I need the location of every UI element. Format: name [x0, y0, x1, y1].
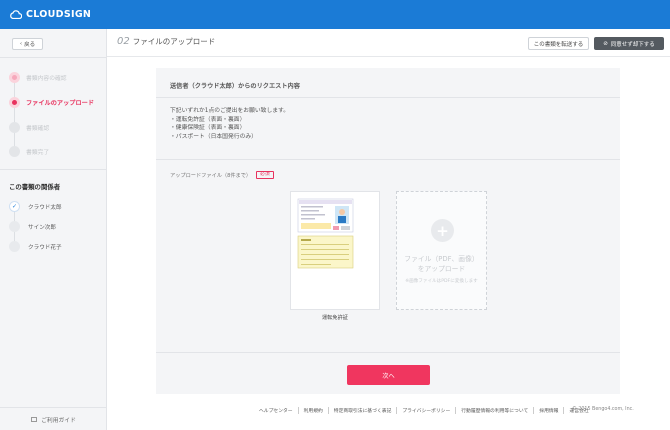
drop-note: ※画像ファイルはPDFに変換します: [405, 279, 478, 284]
drivers-license-image: [297, 198, 354, 269]
footer-links: ヘルプセンター 利用規約 特定商取引法に基づく表記 プライバシーポリシー 行動履…: [254, 407, 594, 414]
divider: [0, 57, 107, 58]
transfer-label: この書類を転送する: [533, 41, 584, 48]
relation-dot: [9, 221, 20, 232]
step-label: ファイルのアップロード: [26, 100, 95, 107]
chevron-left-icon: ‹: [19, 41, 23, 47]
divider: [156, 159, 620, 160]
step-label: 書類完了: [26, 150, 50, 156]
step-label: 書類確認: [26, 126, 50, 132]
upload-label: アップロードファイル（8件まで） 必須: [170, 171, 274, 179]
copyright: © 2015 Bengo4.com, Inc.: [572, 407, 634, 412]
back-label: 戻る: [24, 42, 36, 48]
footer-link[interactable]: 利用規約: [297, 407, 328, 414]
step-confirm-contents: 書類内容の確認: [9, 72, 67, 83]
step-document-complete: 書類完了: [9, 146, 49, 157]
request-item: ・運転免許証（表面・裏面）: [170, 116, 246, 123]
relation-item: ✓ クラウド太郎: [9, 201, 62, 212]
request-intro: 下記いずれか1点のご提出をお願い致します。: [170, 108, 290, 114]
footer-link[interactable]: 特定商取引法に基づく表記: [327, 407, 397, 414]
relation-dot: [9, 241, 20, 252]
steps-connector: [14, 78, 15, 152]
relation-name: サイン次郎: [28, 224, 56, 231]
next-label: 次へ: [382, 372, 395, 380]
drop-title: ファイル（PDF、画像） をアップロード: [397, 255, 486, 274]
back-button[interactable]: ‹ 戻る: [12, 38, 43, 50]
upload-label-text: アップロードファイル（8件まで）: [170, 172, 252, 179]
drop-title-line: をアップロード: [417, 264, 466, 273]
step-dot: [9, 122, 20, 133]
step-label: 書類内容の確認: [26, 76, 67, 82]
file-drop-zone[interactable]: + ファイル（PDF、画像） をアップロード ※画像ファイルはPDFに変換します: [396, 191, 487, 310]
relation-name: クラウド太郎: [28, 204, 62, 211]
cloudsign-logo[interactable]: CLOUDSIGN: [10, 9, 91, 20]
divider: [0, 169, 107, 170]
page-header: 02 ファイルのアップロード この書類を転送する ⊘ 同意せず却下する: [107, 29, 670, 57]
relation-item: クラウド花子: [9, 241, 62, 252]
request-section: 送信者（クラウド太郎）からのリクエスト内容 下記いずれか1点のご提出をお願い致し…: [156, 68, 620, 352]
request-title: 送信者（クラウド太郎）からのリクエスト内容: [170, 83, 300, 90]
request-item: ・パスポート（日本国発行のみ）: [170, 133, 257, 140]
decline-button[interactable]: ⊘ 同意せず却下する: [594, 37, 664, 50]
footer-link[interactable]: 行動履歴情報の利用等について: [455, 407, 533, 414]
divider: [156, 97, 620, 98]
user-guide-link[interactable]: ご利用ガイド: [0, 407, 107, 430]
guide-label: ご利用ガイド: [41, 417, 76, 424]
relations-title: この書類の関係者: [9, 183, 61, 191]
page-title: 02 ファイルのアップロード: [117, 36, 215, 47]
file-name: 運転免許証: [322, 315, 348, 321]
step-number: 02: [117, 36, 130, 47]
relation-name: クラウド花子: [28, 244, 62, 251]
next-button[interactable]: 次へ: [347, 365, 430, 385]
request-item: ・健康保険証（表面・裏面）: [170, 125, 246, 132]
request-body: 下記いずれか1点のご提出をお願い致します。 ・運転免許証（表面・裏面） ・健康保…: [170, 107, 289, 141]
decline-icon: ⊘: [603, 40, 608, 47]
plus-icon: +: [431, 219, 454, 242]
footer: ヘルプセンター 利用規約 特定商取引法に基づく表記 プライバシーポリシー 行動履…: [107, 400, 670, 430]
book-icon: [31, 416, 38, 422]
drop-title-line: ファイル（PDF、画像）: [404, 255, 479, 263]
required-badge: 必須: [256, 171, 274, 179]
footer-link[interactable]: プライバシーポリシー: [396, 407, 455, 414]
step-file-upload: ファイルのアップロード: [9, 97, 94, 108]
step-dot: [9, 146, 20, 157]
footer-link[interactable]: 採用情報: [533, 407, 563, 414]
step-document-check: 書類確認: [9, 122, 49, 133]
transfer-document-button[interactable]: この書類を転送する: [528, 37, 589, 50]
relation-item: サイン次郎: [9, 221, 56, 232]
step-dot: [9, 97, 20, 108]
upload-card: 送信者（クラウド太郎）からのリクエスト内容 下記いずれか1点のご提出をお願い致し…: [156, 68, 620, 394]
brand-name: CLOUDSIGN: [26, 9, 92, 20]
sidebar: ‹ 戻る 書類内容の確認 ファイルのアップロード 書類確認 書類完了 この書類の…: [0, 29, 107, 430]
step-dot: [9, 72, 20, 83]
footer-link[interactable]: ヘルプセンター: [254, 407, 298, 414]
uploaded-file-thumbnail[interactable]: [290, 191, 380, 310]
divider: [156, 352, 620, 353]
cloud-logo-icon: [10, 10, 22, 19]
check-icon: ✓: [9, 201, 20, 212]
top-bar: CLOUDSIGN: [0, 0, 670, 29]
decline-label: 同意せず却下する: [610, 41, 655, 48]
page-name: ファイルのアップロード: [132, 37, 216, 46]
